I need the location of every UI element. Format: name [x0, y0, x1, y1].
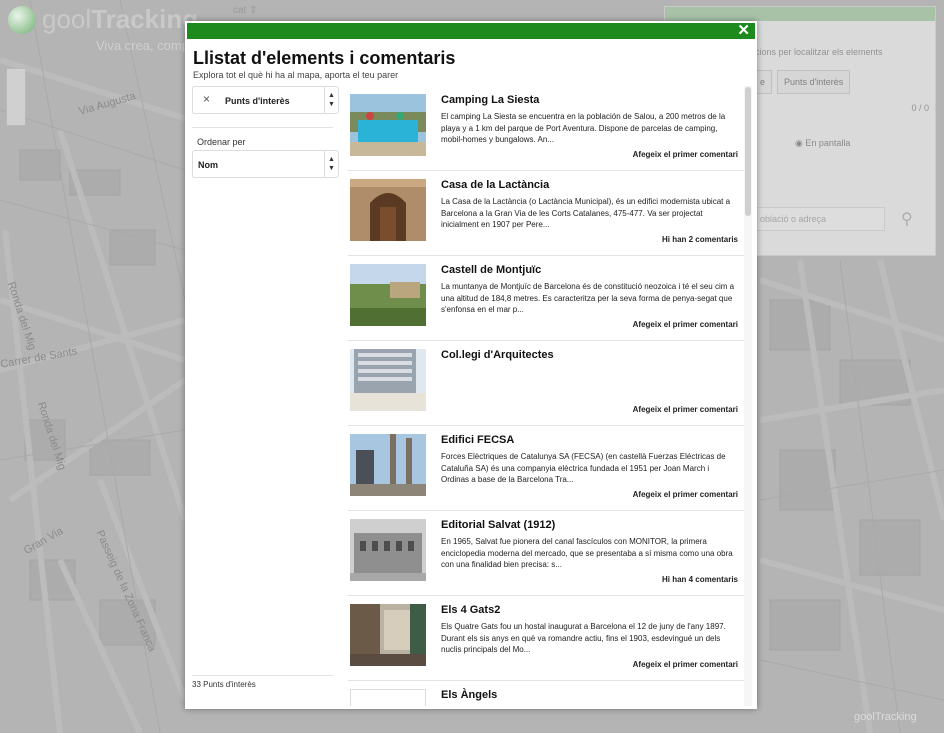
thumbnail-arquitectes[interactable] — [350, 349, 426, 411]
modal-title: Llistat d'elements i comentaris — [193, 48, 456, 68]
comments-link[interactable]: Afegeix el primer comentari — [633, 405, 738, 414]
comments-link[interactable]: Afegeix el primer comentari — [633, 320, 738, 329]
item-title[interactable]: Editorial Salvat (1912) — [441, 519, 555, 531]
logo-text-bold: Tracking — [91, 4, 199, 34]
list-item[interactable]: Els 4 Gats2 Els Quatre Gats fou un hosta… — [348, 596, 744, 681]
right-panel-header — [665, 7, 935, 21]
list-item[interactable]: Els Àngels — [348, 681, 744, 706]
divider — [192, 675, 333, 676]
thumbnail-salvat[interactable] — [350, 519, 426, 581]
right-panel-hint: cions per localitzar els elements — [755, 47, 883, 57]
language-value: cat — [233, 5, 247, 16]
order-label: Ordenar per — [197, 137, 246, 147]
item-description: La Casa de la Lactància (o Lactància Mun… — [441, 197, 731, 229]
radio-icon: ◉ — [795, 138, 803, 148]
thumbnail-lactancia[interactable] — [350, 179, 426, 241]
list-item[interactable]: Camping La Siesta El camping La Siesta s… — [348, 86, 744, 171]
elements-list[interactable]: Camping La Siesta El camping La Siesta s… — [348, 86, 744, 706]
modal-header-bar: ✕ — [187, 21, 755, 39]
divider — [192, 127, 333, 128]
scrollbar-thumb[interactable] — [745, 87, 751, 216]
item-description: Els Quatre Gats fou un hostal inaugurat … — [441, 622, 726, 654]
item-title[interactable]: Casa de la Lactància — [441, 179, 549, 191]
clear-filter-icon[interactable]: × — [203, 92, 210, 106]
comments-link[interactable]: Hi han 4 comentaris — [662, 575, 738, 584]
item-description: La muntanya de Montjuïc de Barcelona és … — [441, 282, 735, 314]
elements-list-modal: ✕ Llistat d'elements i comentaris Explor… — [185, 21, 757, 709]
globe-icon — [8, 5, 36, 34]
close-icon[interactable]: ✕ — [737, 21, 750, 39]
comments-link[interactable]: Afegeix el primer comentari — [633, 150, 738, 159]
list-item[interactable]: Col.legi d'Arquitectes Afegeix el primer… — [348, 341, 744, 426]
thumbnail-camping[interactable] — [350, 94, 426, 156]
item-title[interactable]: Camping La Siesta — [441, 94, 539, 106]
list-item[interactable]: Editorial Salvat (1912) En 1965, Salvat … — [348, 511, 744, 596]
language-selector[interactable]: cat ⇕ — [233, 5, 258, 16]
logo-text-light: gool — [42, 4, 92, 34]
results-count: 33 Punts d'interès — [192, 680, 256, 689]
order-select-value: Nom — [198, 160, 218, 170]
updown-icon: ⇕ — [249, 5, 258, 16]
item-title[interactable]: Edifici FECSA — [441, 434, 514, 446]
right-panel-tab-poi[interactable]: Punts d'interès — [777, 70, 851, 94]
item-title[interactable]: Els Àngels — [441, 689, 497, 701]
right-panel-radio[interactable]: ◉ En pantalla — [795, 138, 850, 149]
list-scrollbar[interactable] — [744, 86, 752, 706]
modal-subtitle: Explora tot el què hi ha al mapa, aporta… — [193, 70, 399, 80]
list-item[interactable]: Castell de Montjuïc La muntanya de Montj… — [348, 256, 744, 341]
thumbnail-fecsa[interactable] — [350, 434, 426, 496]
thumbnail-4gats[interactable] — [350, 604, 426, 666]
select-arrows-icon: ▲ ▼ — [324, 87, 338, 113]
category-filter-value: Punts d'interès — [225, 96, 290, 106]
footer-logo: goolTracking — [854, 711, 917, 723]
radio-label: En pantalla — [805, 138, 851, 148]
app-tagline: Viva crea, comp — [96, 38, 189, 53]
item-title[interactable]: Els 4 Gats2 — [441, 604, 500, 616]
right-panel-counter: 0 / 0 — [911, 103, 929, 113]
right-panel-search-input[interactable]: oblació o adreça — [755, 207, 885, 231]
category-filter-select[interactable]: × Punts d'interès ▲ ▼ — [192, 86, 339, 114]
comments-link[interactable]: Afegeix el primer comentari — [633, 660, 738, 669]
item-title[interactable]: Col.legi d'Arquitectes — [441, 349, 554, 361]
item-description: El camping La Siesta se encuentra en la … — [441, 112, 726, 144]
search-icon[interactable]: ⚲ — [901, 209, 913, 229]
item-description: En 1965, Salvat fue pionera del canal fa… — [441, 537, 733, 569]
order-select[interactable]: Nom ▲ ▼ — [192, 150, 339, 178]
list-item[interactable]: Edifici FECSA Forces Elèctriques de Cata… — [348, 426, 744, 511]
select-arrows-icon: ▲ ▼ — [324, 151, 338, 177]
map-zoom-control[interactable] — [6, 68, 26, 126]
comments-link[interactable]: Hi han 2 comentaris — [662, 235, 738, 244]
item-description: Forces Elèctriques de Catalunya SA (FECS… — [441, 452, 726, 484]
item-title[interactable]: Castell de Montjuïc — [441, 264, 541, 276]
thumbnail-angels[interactable] — [350, 689, 426, 706]
list-item[interactable]: Casa de la Lactància La Casa de la Lactà… — [348, 171, 744, 256]
comments-link[interactable]: Afegeix el primer comentari — [633, 490, 738, 499]
app-logo: gool Tracking — [8, 4, 198, 35]
thumbnail-montjuic[interactable] — [350, 264, 426, 326]
